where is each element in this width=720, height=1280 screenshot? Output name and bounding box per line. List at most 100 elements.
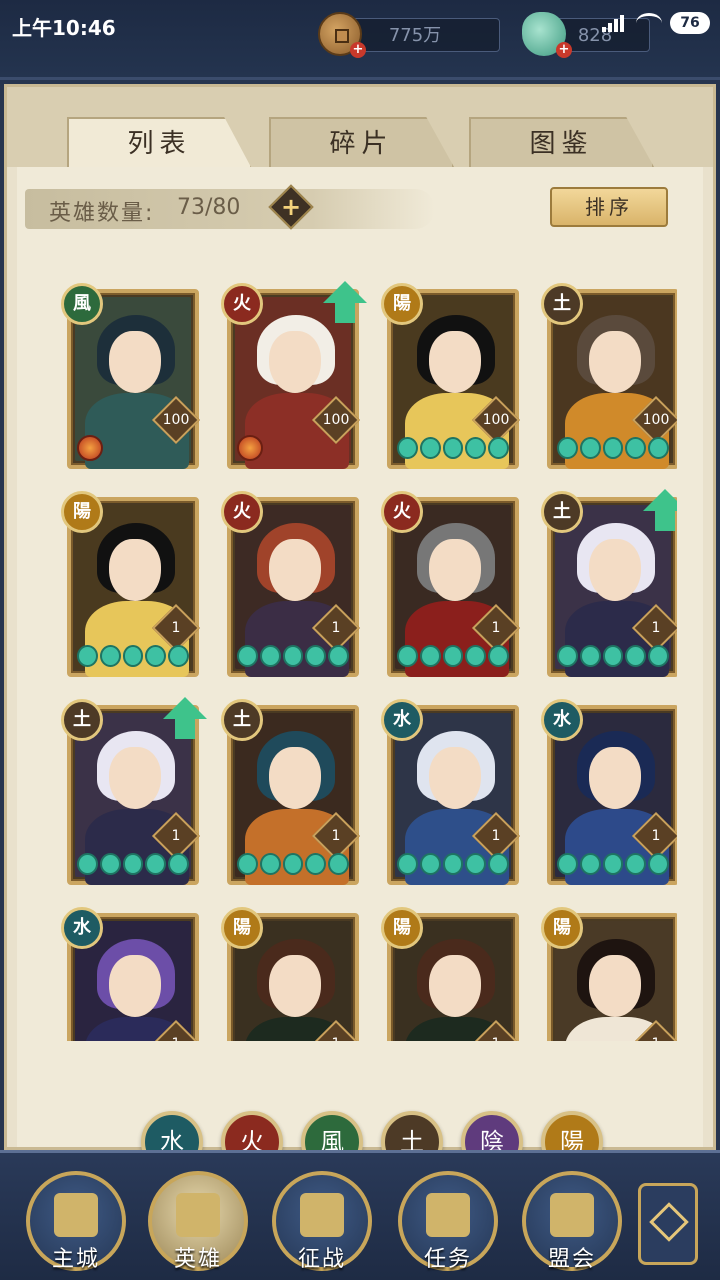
- tab-fragments[interactable]: 碎片: [269, 117, 454, 167]
- hero-card[interactable]: 土 100: [541, 283, 677, 469]
- hero-card[interactable]: 水1: [381, 699, 521, 885]
- hero-card[interactable]: 陽1: [381, 907, 521, 1041]
- add-coin-icon[interactable]: +: [350, 42, 366, 58]
- hero-card[interactable]: 水1: [61, 907, 201, 1041]
- star-icon: [442, 853, 464, 875]
- hero-card[interactable]: 陽1: [541, 907, 677, 1041]
- star-icon: [488, 437, 509, 459]
- star-row: [77, 853, 189, 877]
- star-row: [237, 645, 349, 669]
- nav-city-button[interactable]: 主城: [26, 1171, 126, 1272]
- menu-icon: [649, 1202, 689, 1242]
- nav-label: 主城: [51, 1247, 100, 1272]
- hero-card[interactable]: 土1: [541, 489, 677, 677]
- system-icons: 76: [602, 12, 710, 34]
- star-icon: [305, 853, 327, 875]
- level-value: 100: [482, 412, 510, 428]
- star-row: [557, 437, 669, 461]
- hero-card[interactable]: 火1: [381, 491, 521, 677]
- nav-label: 征战: [297, 1247, 346, 1272]
- level-value: 100: [322, 412, 350, 428]
- level-value: 1: [651, 828, 661, 844]
- hero-card[interactable]: 陽1: [221, 907, 361, 1041]
- hero-face: [589, 331, 641, 393]
- menu-button[interactable]: [638, 1183, 698, 1265]
- hero-grid: 風 100 火 100 陽 100 土 100 陽1 火1 火 1 土 1 土 …: [57, 271, 677, 1041]
- hero-list-area: 英雄数量: 73/80 + 排序 風 100 火 100 陽 100 土 100: [17, 167, 703, 1173]
- hero-face: [269, 331, 321, 393]
- tab-list[interactable]: 列表: [67, 117, 252, 169]
- nav-label: 英雄: [173, 1247, 222, 1272]
- hero-face: [109, 331, 161, 393]
- hero-face: [429, 539, 481, 601]
- hero-card[interactable]: 土1: [221, 699, 361, 885]
- hero-card[interactable]: 火 100: [221, 281, 367, 469]
- sort-button[interactable]: 排序: [550, 187, 668, 227]
- star-icon: [99, 645, 121, 667]
- star-icon: [168, 853, 189, 875]
- star-icon: [625, 645, 647, 667]
- hero-card[interactable]: 水1: [541, 699, 677, 885]
- hero-face: [269, 539, 321, 601]
- star-icon: [259, 853, 281, 875]
- star-icon: [237, 853, 258, 875]
- level-value: 1: [161, 1029, 191, 1041]
- star-row: [77, 645, 189, 669]
- star-icon: [648, 853, 669, 875]
- star-icon: [397, 437, 418, 459]
- hero-card[interactable]: 陽 100: [381, 283, 521, 469]
- star-icon: [625, 437, 647, 459]
- star-icon: [419, 645, 441, 667]
- tab-codex[interactable]: 图鉴: [469, 117, 654, 167]
- hero-face: [589, 747, 641, 809]
- level-value: 1: [331, 620, 341, 636]
- hero-face: [269, 747, 321, 809]
- level-value: 1: [491, 620, 501, 636]
- level-value: 1: [331, 828, 341, 844]
- star-icon: [602, 437, 624, 459]
- nav-campaign-button[interactable]: 征战: [272, 1171, 372, 1272]
- level-value: 1: [641, 1029, 671, 1041]
- star-icon: [77, 853, 98, 875]
- hero-card[interactable]: 陽1: [61, 491, 201, 677]
- level-value: 1: [481, 1029, 511, 1041]
- element-badge: 土: [541, 283, 583, 325]
- signal-icon: [602, 14, 628, 32]
- star-icon: [122, 853, 144, 875]
- hero-face: [109, 955, 161, 1017]
- battery-indicator: 76: [670, 12, 710, 34]
- star-icon: [602, 645, 624, 667]
- plus-icon: +: [280, 193, 302, 221]
- rune-icon: [77, 435, 103, 461]
- scroll-icon: [300, 1193, 344, 1237]
- hero-card[interactable]: 火1: [221, 491, 361, 677]
- star-icon: [579, 437, 601, 459]
- star-icon: [122, 645, 144, 667]
- hero-count-value: 73/80: [177, 195, 241, 220]
- nav-label: 盟会: [547, 1247, 596, 1272]
- element-badge: 陽: [381, 283, 423, 325]
- star-icon: [648, 645, 669, 667]
- hero-face: [269, 955, 321, 1017]
- level-value: 100: [642, 412, 670, 428]
- nav-guild-button[interactable]: 盟会: [522, 1171, 622, 1272]
- hero-card[interactable]: 風 100: [61, 283, 201, 469]
- nav-quest-button[interactable]: 任务: [398, 1171, 498, 1272]
- hero-card[interactable]: 土1: [61, 697, 207, 885]
- star-icon: [442, 645, 464, 667]
- hero-face: [429, 331, 481, 393]
- level-value: 1: [171, 828, 181, 844]
- top-bar: 上午10:46 775万 + 828 + 76: [0, 0, 720, 80]
- element-badge: 水: [381, 699, 423, 741]
- nav-hero-button[interactable]: 英雄: [148, 1171, 248, 1272]
- star-row: [397, 645, 509, 669]
- upgrade-arrow-icon: [323, 281, 367, 325]
- upgrade-arrow-icon: [163, 697, 207, 741]
- star-icon: [145, 853, 167, 875]
- star-icon: [328, 853, 349, 875]
- star-icon: [442, 437, 464, 459]
- star-icon: [557, 645, 578, 667]
- add-jade-icon[interactable]: +: [556, 42, 572, 58]
- element-badge: 風: [61, 283, 103, 325]
- element-badge: 陽: [61, 491, 103, 533]
